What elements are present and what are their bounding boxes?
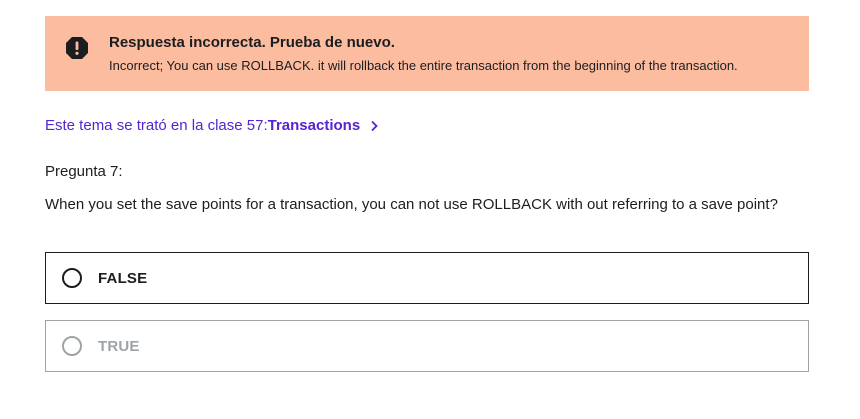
question-number: Pregunta 7: [45, 163, 123, 180]
lecture-link[interactable]: Este tema se trató en la clase 57: Transa… [45, 117, 380, 134]
incorrect-answer-alert: Respuesta incorrecta. Prueba de nuevo. I… [45, 16, 809, 91]
answer-option-label: TRUE [98, 337, 140, 355]
question-text: When you set the save points for a trans… [45, 196, 778, 213]
exclamation-icon [66, 37, 88, 59]
answer-option-label: FALSE [98, 269, 148, 287]
chevron-right-icon [371, 120, 378, 131]
lecture-link-prefix: Este tema se trató en la clase 57: [45, 117, 268, 134]
answer-option-false[interactable]: FALSE [45, 252, 809, 304]
answer-option-true[interactable]: TRUE [45, 320, 809, 372]
alert-title: Respuesta incorrecta. Prueba de nuevo. [109, 34, 395, 51]
alert-message: Incorrect; You can use ROLLBACK. it will… [109, 58, 738, 73]
lecture-link-name: Transactions [267, 117, 361, 134]
radio-button[interactable] [62, 268, 82, 288]
radio-button[interactable] [62, 336, 82, 356]
